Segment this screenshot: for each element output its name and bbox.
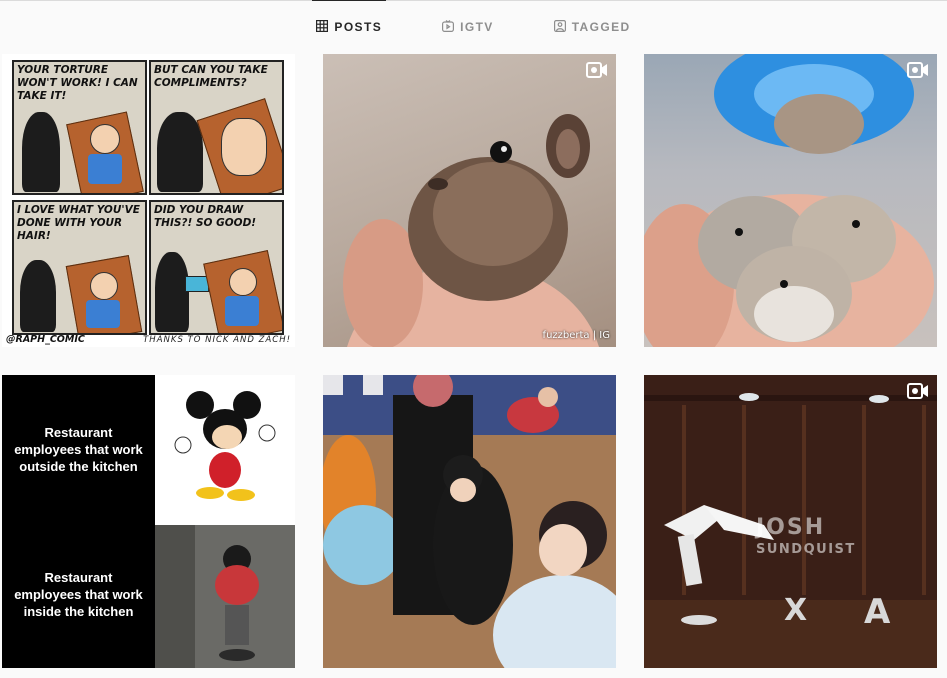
comic-credit: @RAPH_COMIC <box>6 334 85 345</box>
watermark-line-1: JOSH <box>756 515 826 540</box>
meme-text-panel: Restaurant employees that work outside t… <box>2 375 155 668</box>
comic-caption: But can you take compliments? <box>154 64 268 89</box>
watermark-line-2: SUNDQUIST <box>756 542 856 557</box>
comic-panel: But can you take compliments? <box>149 60 284 195</box>
svg-text:A: A <box>864 592 891 632</box>
comic-panel: I love what you've done with your hair! <box>12 200 147 335</box>
kitchen-image <box>155 525 295 668</box>
video-icon <box>907 383 929 399</box>
video-icon <box>586 62 608 78</box>
tab-tagged-label: TAGGED <box>571 20 631 34</box>
comic-face <box>221 118 267 176</box>
comic-figure <box>157 112 203 192</box>
comic-caption: Did you draw this?! So good! <box>154 204 257 229</box>
meme-top-text: Restaurant employees that work outside t… <box>14 425 143 474</box>
comic-face <box>229 268 257 296</box>
hamsters-image <box>644 54 934 347</box>
comic-body <box>86 300 120 328</box>
comic-body <box>225 296 259 326</box>
tab-posts-label: POSTS <box>334 20 383 34</box>
svg-text:X: X <box>784 593 807 628</box>
image-credit: fuzzberta | IG <box>542 330 610 341</box>
comic-figure <box>155 252 189 332</box>
tagged-icon <box>553 19 566 35</box>
comic-caption: Your torture won't work! I can take it! <box>17 64 138 102</box>
post-meme[interactable]: Restaurant employees that work outside t… <box>2 375 295 668</box>
mickey-image <box>155 375 295 525</box>
comic-face <box>90 124 120 154</box>
igtv-icon <box>442 19 455 35</box>
comic-face <box>90 272 118 300</box>
post-chinchilla[interactable]: fuzzberta | IG <box>323 54 616 347</box>
post-hamsters[interactable] <box>644 54 937 347</box>
comic-panel: Did you draw this?! So good! <box>149 200 284 335</box>
comic-caption: I love what you've done with your hair! <box>17 204 140 242</box>
watermark: JOSH SUNDQUIST <box>756 517 856 561</box>
comic-figure <box>22 112 60 192</box>
profile-tabs: POSTS IGTV TAGGED <box>0 0 947 54</box>
meme-bottom-text: Restaurant employees that work inside th… <box>14 570 143 619</box>
comic-body <box>88 154 122 184</box>
video-icon <box>907 62 929 78</box>
comic-thanks: THANKS TO NICK AND ZACH! <box>143 335 291 345</box>
post-comic[interactable]: Your torture won't work! I can take it! … <box>2 54 295 347</box>
chinchilla-image <box>343 114 599 347</box>
comic-panel: Your torture won't work! I can take it! <box>12 60 147 195</box>
tab-igtv-label: IGTV <box>460 20 494 34</box>
comic-figure <box>20 260 56 332</box>
tab-igtv[interactable]: IGTV <box>442 0 494 54</box>
tab-tagged[interactable]: TAGGED <box>553 0 631 54</box>
post-halloween-kids[interactable] <box>323 375 616 668</box>
post-dance-lamp[interactable]: X A JOSH SUNDQUIST <box>644 375 937 668</box>
halloween-kids-image <box>323 375 616 668</box>
tab-posts[interactable]: POSTS <box>312 0 386 54</box>
grid-icon <box>316 19 329 35</box>
